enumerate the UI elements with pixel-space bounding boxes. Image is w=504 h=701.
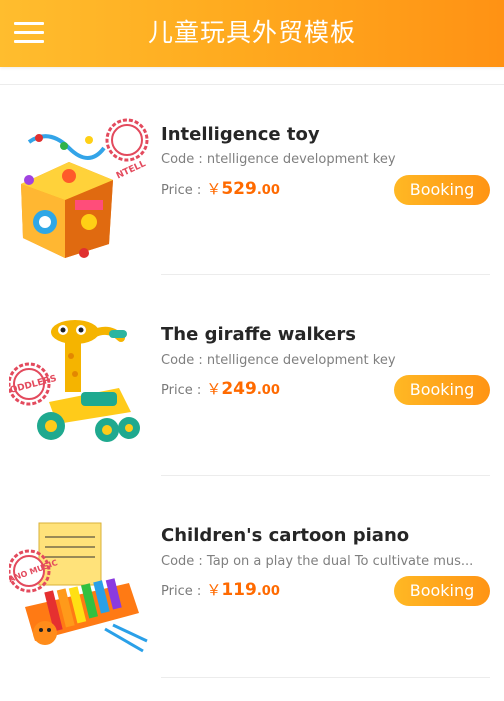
price-value: 529 bbox=[221, 179, 257, 199]
product-code: Code : ntelligence development key bbox=[161, 152, 396, 167]
price-value: 249 bbox=[221, 379, 257, 399]
product-item[interactable]: NTELL Intelligence toy Code : ntelligenc… bbox=[0, 86, 504, 286]
divider bbox=[0, 84, 504, 85]
booking-button[interactable]: Booking bbox=[394, 175, 490, 205]
divider bbox=[161, 274, 490, 275]
price-value: 119 bbox=[221, 580, 257, 600]
divider bbox=[161, 677, 490, 678]
product-name[interactable]: Intelligence toy bbox=[161, 123, 320, 147]
price-row: Price : ￥119.00 bbox=[161, 578, 280, 604]
divider bbox=[161, 475, 490, 476]
product-item[interactable]: ANO MUSIC Children's cartoon piano Code … bbox=[0, 487, 504, 687]
product-code: Code : ntelligence development key bbox=[161, 353, 396, 368]
price-currency: ￥ bbox=[206, 180, 222, 198]
booking-button[interactable]: Booking bbox=[394, 576, 490, 606]
price-label: Price : bbox=[161, 183, 202, 198]
price-row: Price : ￥529.00 bbox=[161, 177, 280, 203]
cartoon-piano-toy-image[interactable]: ANO MUSIC bbox=[9, 517, 149, 657]
product-name[interactable]: The giraffe walkers bbox=[161, 323, 356, 347]
price-row: Price : ￥249.00 bbox=[161, 377, 280, 403]
product-code: Code : Tap on a play the dual To cultiva… bbox=[161, 554, 474, 569]
product-item[interactable]: ODDLERS The giraffe walkers Code : ntell… bbox=[0, 286, 504, 486]
activity-cube-toy-image[interactable]: NTELL bbox=[9, 118, 149, 258]
price-decimal: .00 bbox=[256, 383, 280, 398]
price-currency: ￥ bbox=[206, 380, 222, 398]
page-title: 儿童玩具外贸模板 bbox=[147, 18, 356, 47]
price-decimal: .00 bbox=[256, 584, 280, 599]
price-label: Price : bbox=[161, 584, 202, 599]
product-name[interactable]: Children's cartoon piano bbox=[161, 524, 409, 548]
giraffe-walker-toy-image[interactable]: ODDLERS bbox=[9, 316, 149, 456]
price-label: Price : bbox=[161, 383, 202, 398]
price-currency: ￥ bbox=[206, 581, 222, 599]
price-decimal: .00 bbox=[256, 183, 280, 198]
booking-button[interactable]: Booking bbox=[394, 375, 490, 405]
app-header: 儿童玩具外贸模板 bbox=[0, 0, 504, 67]
